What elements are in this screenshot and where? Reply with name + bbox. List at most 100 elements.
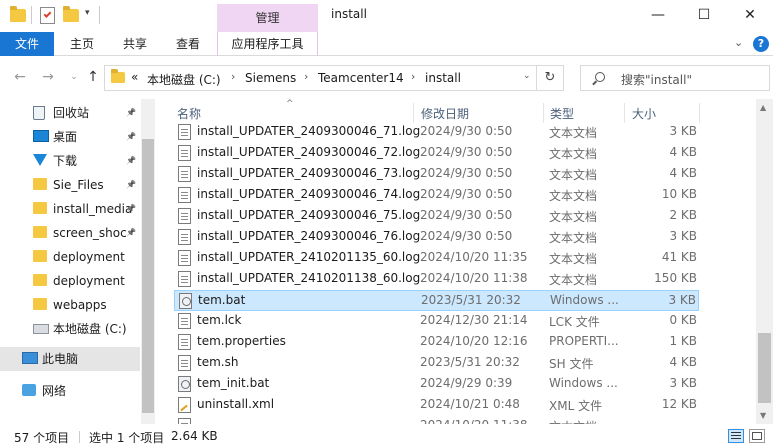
table-row[interactable]: uninstall.xml 2024/10/21 0:48 XML 文件 12 KB xyxy=(174,395,699,416)
breadcrumb-install[interactable]: install xyxy=(425,71,461,85)
column-divider[interactable] xyxy=(543,103,544,123)
breadcrumb-teamcenter[interactable]: Teamcenter14 xyxy=(318,71,404,85)
minimize-button[interactable]: — xyxy=(635,0,681,32)
table-row[interactable]: install_UPDATER_2409300046_73.log 2024/9/… xyxy=(174,164,699,185)
folder-icon xyxy=(33,226,47,238)
search-icon-handle xyxy=(592,80,597,86)
file-type: 文本文档 xyxy=(549,210,598,224)
text-file-icon xyxy=(178,145,191,161)
help-icon[interactable]: ? xyxy=(753,36,769,52)
file-type: PROPERTI... xyxy=(549,334,619,348)
breadcrumb-drive[interactable]: 本地磁盘 (C:) xyxy=(147,71,221,88)
pin-icon: 📌 xyxy=(126,108,136,117)
forward-button[interactable]: → xyxy=(38,67,58,87)
table-row[interactable]: install_UPDATER_2409300046_76.log 2024/9/… xyxy=(174,227,699,248)
sidebar-item-8[interactable]: deployment xyxy=(0,269,140,293)
modified-date: 2024/9/29 0:39 xyxy=(420,376,513,390)
chevron-right-icon[interactable]: › xyxy=(231,70,235,83)
sidebar-item-5[interactable]: install_media 📌 xyxy=(0,197,140,221)
sidebar-item-4[interactable]: Sie_Files 📌 xyxy=(0,173,140,197)
scroll-down-icon[interactable]: ▼ xyxy=(760,411,766,420)
text-file-icon xyxy=(178,271,191,287)
blank-file-icon xyxy=(178,313,191,329)
close-button[interactable]: ✕ xyxy=(727,0,773,32)
sidebar-item-3[interactable]: 下载 📌 xyxy=(0,149,140,173)
tab-file[interactable]: 文件 xyxy=(0,32,54,56)
column-divider[interactable] xyxy=(699,103,700,123)
chevron-right-icon[interactable]: › xyxy=(411,70,415,83)
nav-pane-scrollbar[interactable] xyxy=(141,99,155,424)
table-row[interactable]: tem.lck 2024/12/30 21:14 LCK 文件 0 KB xyxy=(174,311,699,332)
table-row[interactable]: tem.bat 2023/5/31 20:32 Windows ... 3 KB xyxy=(174,290,699,311)
table-row[interactable]: install_UPDATER_2410201138_60.log 2024/10… xyxy=(174,269,699,290)
modified-date: 2024/10/21 0:48 xyxy=(420,397,520,411)
file-list-scrollbar[interactable]: ▲ ▼ xyxy=(756,99,773,424)
file-type: 文本文档 xyxy=(549,189,598,203)
divider xyxy=(31,6,32,24)
table-row[interactable]: install_UPDATER_2409300046_75.log 2024/9/… xyxy=(174,206,699,227)
chevron-right-icon[interactable]: › xyxy=(304,70,308,83)
tab-view[interactable]: 查看 xyxy=(176,32,200,56)
sidebar-item-6[interactable]: screen_shoc 📌 xyxy=(0,221,140,245)
modified-date: 2023/5/31 20:32 xyxy=(421,293,521,307)
column-header-type[interactable]: 类型 xyxy=(550,105,574,122)
customize-toolbar-icon[interactable]: ▾ xyxy=(85,8,90,18)
breadcrumb-overflow[interactable]: « xyxy=(131,70,138,84)
table-row[interactable]: 2024/10/20 11:38文本文档 xyxy=(174,416,699,424)
sidebar-item-1[interactable]: 回收站 📌 xyxy=(0,101,140,125)
table-row[interactable]: tem.sh 2023/5/31 20:32 SH 文件 4 KB xyxy=(174,353,699,374)
sidebar-item-2[interactable]: 桌面 📌 xyxy=(0,125,140,149)
details-view-button[interactable] xyxy=(728,429,744,443)
scrollbar-thumb[interactable] xyxy=(758,333,771,403)
table-row[interactable]: install_UPDATER_2409300046_74.log 2024/9/… xyxy=(174,185,699,206)
file-size: 3 KB xyxy=(669,124,697,138)
computer-icon xyxy=(22,352,38,364)
new-folder-icon[interactable] xyxy=(63,6,79,25)
sidebar-item-9[interactable]: webapps xyxy=(0,293,140,317)
sidebar-item-7[interactable]: deployment xyxy=(0,245,140,269)
file-name: install_UPDATER_2409300046_71.log xyxy=(197,124,421,138)
back-button[interactable]: ← xyxy=(10,67,30,87)
refresh-button[interactable]: ↻ xyxy=(537,65,564,91)
column-header-size[interactable]: 大小 xyxy=(632,105,656,122)
column-header-date[interactable]: 修改日期 xyxy=(421,105,469,122)
column-divider[interactable] xyxy=(413,103,414,123)
folder-icon xyxy=(111,69,125,83)
expand-ribbon-icon[interactable]: ⌄ xyxy=(734,36,743,49)
file-name: tem_init.bat xyxy=(197,376,270,390)
selection-size: 2.64 KB xyxy=(171,429,218,443)
file-size: 150 KB xyxy=(654,271,697,285)
large-icons-view-button[interactable] xyxy=(749,429,765,443)
properties-icon[interactable] xyxy=(40,7,55,24)
column-divider[interactable] xyxy=(624,103,625,123)
table-row[interactable]: tem_init.bat 2024/9/29 0:39 Windows ... 3 K… xyxy=(174,374,699,395)
table-row[interactable]: install_UPDATER_2409300046_72.log 2024/9/… xyxy=(174,143,699,164)
column-header-name[interactable]: 名称 xyxy=(177,105,201,122)
table-row[interactable]: tem.properties 2024/10/20 12:16 PROPERTI..… xyxy=(174,332,699,353)
text-file-icon xyxy=(178,187,191,203)
file-type: Windows ... xyxy=(550,293,619,307)
batch-file-icon xyxy=(179,293,192,309)
sidebar-item-11[interactable]: 此电脑 xyxy=(0,347,140,371)
tab-application-tools[interactable]: 应用程序工具 xyxy=(217,32,318,56)
scroll-up-icon[interactable]: ▲ xyxy=(760,103,766,112)
modified-date: 2023/5/31 20:32 xyxy=(420,355,520,369)
pin-icon: 📌 xyxy=(126,180,136,189)
file-size: 4 KB xyxy=(669,355,697,369)
sidebar-item-10[interactable]: 本地磁盘 (C:) xyxy=(0,317,140,341)
breadcrumb-siemens[interactable]: Siemens xyxy=(245,71,296,85)
chevron-down-icon[interactable]: ⌄ xyxy=(523,71,531,81)
tab-share[interactable]: 共享 xyxy=(123,32,147,56)
recent-locations-button[interactable]: ⌄ xyxy=(64,67,84,87)
table-row[interactable]: install_UPDATER_2409300046_71.log 2024/9/… xyxy=(174,122,699,143)
tab-home[interactable]: 主页 xyxy=(70,32,94,56)
search-box[interactable]: 搜索"install" xyxy=(580,65,770,91)
address-bar[interactable]: « 本地磁盘 (C:) › Siemens › Teamcenter14 › i… xyxy=(104,65,537,91)
maximize-button[interactable]: ☐ xyxy=(681,0,727,32)
table-row[interactable]: install_UPDATER_2410201135_60.log 2024/10… xyxy=(174,248,699,269)
file-type: SH 文件 xyxy=(549,357,594,371)
text-file-icon xyxy=(178,166,191,182)
up-button[interactable]: ↑ xyxy=(83,67,103,87)
sidebar-item-12[interactable]: 网络 xyxy=(0,379,140,403)
file-name: install_UPDATER_2410201135_60.log xyxy=(197,250,421,264)
